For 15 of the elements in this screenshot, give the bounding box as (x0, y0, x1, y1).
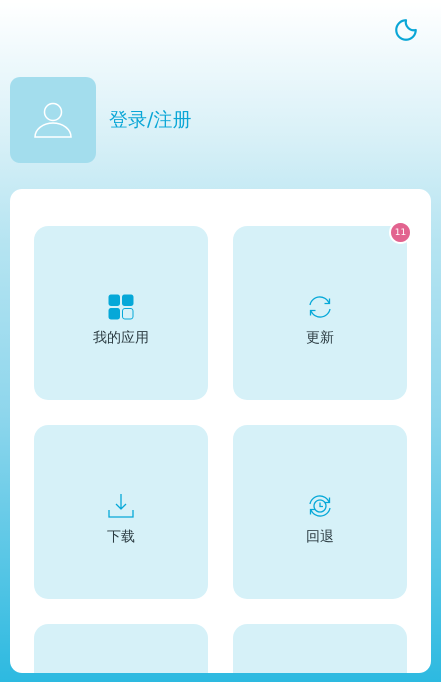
apps-grid-icon (108, 294, 134, 320)
avatar[interactable] (10, 77, 96, 163)
tile-label: 回退 (306, 528, 334, 546)
menu-tile[interactable]: 我的应用 (34, 226, 208, 400)
download-icon (108, 492, 134, 518)
count-badge: 11 (389, 221, 412, 244)
tile-label: 更新 (306, 328, 334, 346)
tile-label: 下载 (107, 528, 135, 546)
refresh-icon (307, 294, 333, 320)
person-icon (33, 100, 73, 140)
moon-icon[interactable] (393, 17, 419, 43)
menu-tile[interactable]: 下载 (34, 425, 208, 599)
tile-label: 我的应用 (93, 328, 149, 346)
menu-tile[interactable]: 回退 (233, 425, 407, 599)
clock-refresh-icon (307, 492, 333, 518)
